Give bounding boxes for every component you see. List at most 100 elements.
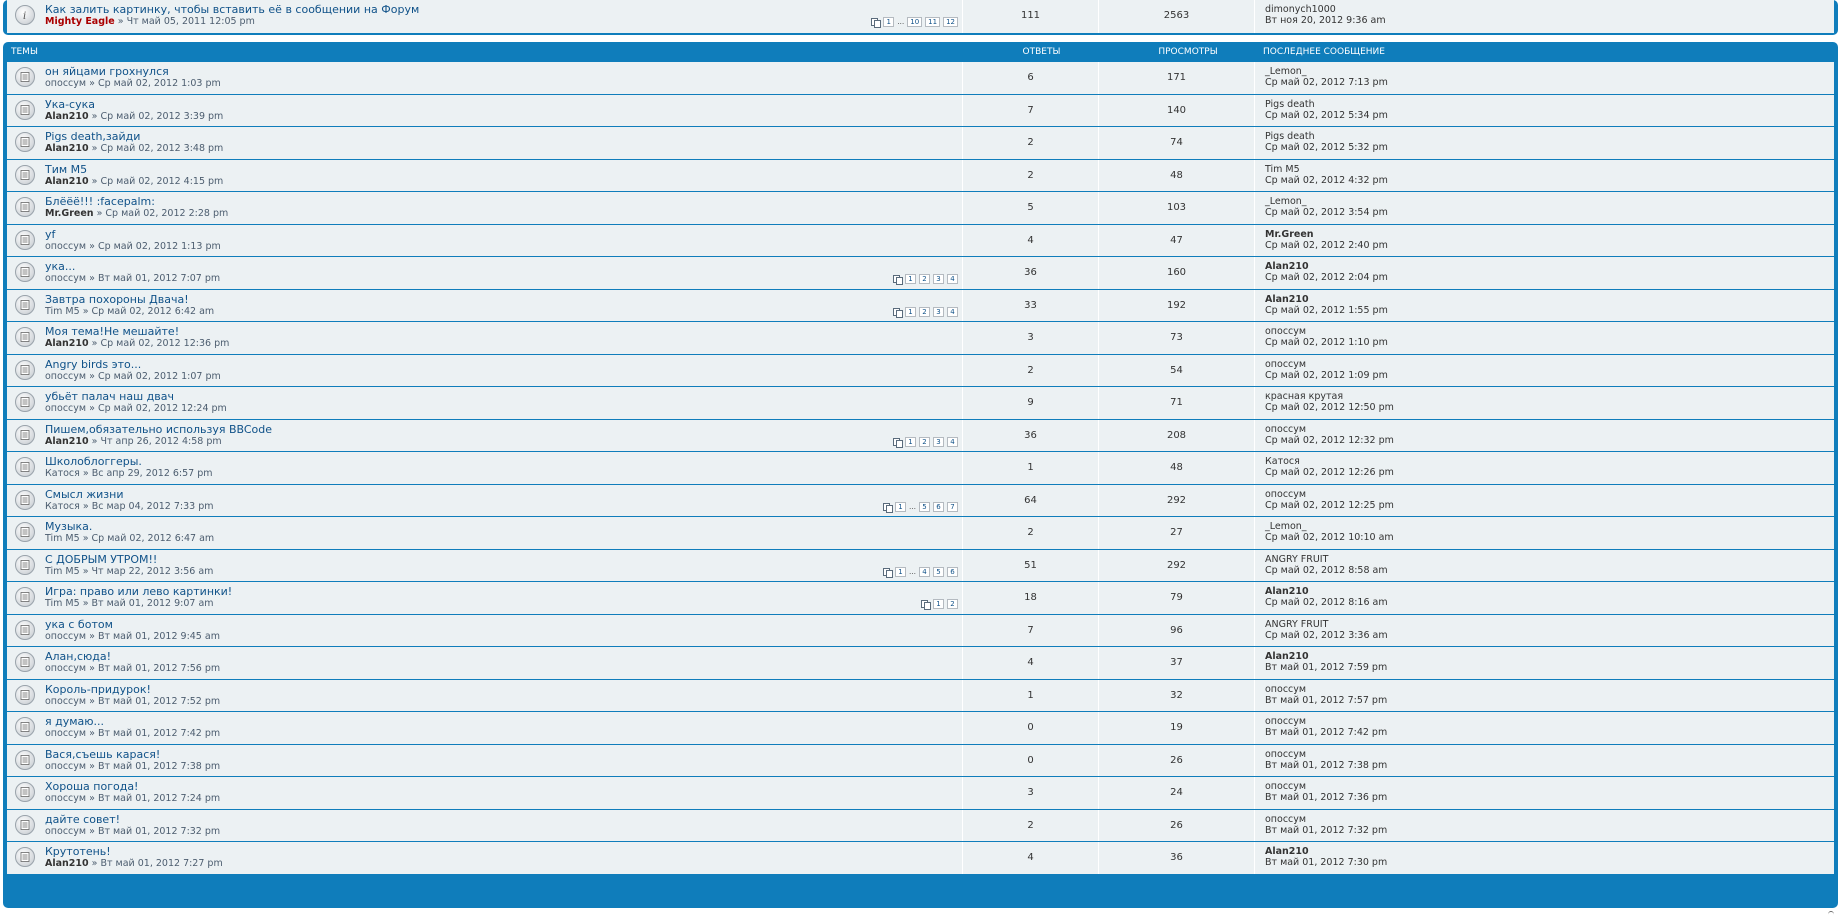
topic-author-link[interactable]: опоссум [45,826,86,837]
topic-author-link[interactable]: Alan210 [45,143,89,154]
last-post-author-link[interactable]: ANGRY FRUIT [1265,554,1328,565]
topic-title-link[interactable]: ука с ботом [45,618,113,631]
last-post-author-link[interactable]: Pigs death [1265,99,1315,110]
page-link[interactable]: 1 [895,566,906,577]
topic-title-link[interactable]: Школоблоггеры. [45,455,142,468]
page-link[interactable]: 1 [905,306,916,317]
page-link[interactable]: 4 [919,566,930,577]
announcement-last-author-link[interactable]: dimonych1000 [1265,4,1336,15]
page-link[interactable]: 3 [933,436,944,447]
topic-title-link[interactable]: Angry birds это... [45,358,141,371]
last-post-author-link[interactable]: Alan210 [1265,294,1309,305]
page-link[interactable]: 10 [907,17,923,27]
page-link[interactable]: 2 [919,274,930,284]
last-post-author-link[interactable]: опоссум [1265,814,1306,825]
page-link[interactable]: 5 [933,566,944,577]
topic-title-link[interactable]: Музыка. [45,520,92,533]
topic-title-link[interactable]: Моя тема!Не мешайте! [45,325,179,338]
topic-title-link[interactable]: Хороша погода! [45,780,138,793]
last-post-author-link[interactable]: опоссум [1265,326,1306,337]
topic-title-link[interactable]: Король-придурок! [45,683,151,696]
last-post-author-link[interactable]: опоссум [1265,424,1306,435]
page-link[interactable]: 5 [919,501,930,512]
page-link[interactable]: 3 [933,274,944,284]
last-post-author-link[interactable]: Alan210 [1265,651,1309,662]
topic-author-link[interactable]: Alan210 [45,111,89,122]
topic-author-link[interactable]: опоссум [45,761,86,772]
page-link[interactable]: 1 [883,17,895,27]
last-post-author-link[interactable]: опоссум [1265,716,1306,727]
last-post-author-link[interactable]: красная крутая [1265,391,1343,402]
last-post-author-link[interactable]: Pigs death [1265,131,1315,142]
topic-author-link[interactable]: опоссум [45,273,86,284]
topic-author-link[interactable]: опоссум [45,728,86,739]
topic-title-link[interactable]: дайте совет! [45,813,120,826]
topic-title-link[interactable]: Алан,сюда! [45,650,111,663]
topic-author-link[interactable]: Катося [45,501,80,512]
last-post-author-link[interactable]: _Lemon_ [1265,521,1307,532]
topic-author-link[interactable]: опоссум [45,663,86,674]
topic-author-link[interactable]: опоссум [45,696,86,707]
topic-author-link[interactable]: опоссум [45,793,86,804]
topic-title-link[interactable]: Pigs death,зайди [45,130,140,143]
topic-title-link[interactable]: он яйцами грохнулся [45,65,169,78]
topic-author-link[interactable]: Tim M5 [45,598,80,609]
last-post-author-link[interactable]: опоссум [1265,489,1306,500]
announcement-title-link[interactable]: Как залить картинку, чтобы вставить её в… [45,3,419,16]
page-link[interactable]: 6 [947,566,958,577]
topic-title-link[interactable]: Блёёё!!! :facepalm: [45,195,155,208]
last-post-author-link[interactable]: ANGRY FRUIT [1265,619,1328,630]
topic-author-link[interactable]: Катося [45,468,80,479]
last-post-author-link[interactable]: Катося [1265,456,1300,467]
topic-title-link[interactable]: Пишем,обязательно используя BBCode [45,423,272,436]
page-link[interactable]: 2 [919,436,930,447]
topic-author-link[interactable]: Tim M5 [45,533,80,544]
topic-title-link[interactable]: Вася,съешь карася! [45,748,160,761]
page-link[interactable]: 6 [933,501,944,512]
topic-title-link[interactable]: Ука-сука [45,98,95,111]
page-link[interactable]: 3 [933,306,944,317]
page-link[interactable]: 7 [947,501,958,512]
topic-title-link[interactable]: Тим М5 [45,163,87,176]
last-post-author-link[interactable]: Alan210 [1265,846,1309,857]
page-link[interactable]: 12 [943,17,958,27]
topic-author-link[interactable]: опоссум [45,78,86,89]
topic-author-link[interactable]: опоссум [45,371,86,382]
page-link[interactable]: 4 [947,436,958,447]
last-post-author-link[interactable]: опоссум [1265,684,1306,695]
topic-title-link[interactable]: убьёт палач наш двач [45,390,174,403]
topic-title-link[interactable]: Игра: право или лево картинки! [45,585,232,598]
topic-author-link[interactable]: опоссум [45,241,86,252]
last-post-author-link[interactable]: опоссум [1265,749,1306,760]
page-link[interactable]: 2 [947,599,958,609]
topic-author-link[interactable]: Alan210 [45,858,89,869]
topic-author-link[interactable]: Alan210 [45,338,89,349]
topic-author-link[interactable]: опоссум [45,631,86,642]
page-link[interactable]: 2 [919,306,930,317]
topic-author-link[interactable]: Alan210 [45,436,89,447]
last-post-author-link[interactable]: опоссум [1265,781,1306,792]
page-link[interactable]: 4 [947,274,958,284]
last-post-author-link[interactable]: Alan210 [1265,586,1309,597]
topic-author-link[interactable]: Tim M5 [45,566,80,577]
topic-title-link[interactable]: Крутотень! [45,845,111,858]
page-link[interactable]: 1 [905,436,916,447]
page-link[interactable]: 1 [933,599,944,609]
topic-title-link[interactable]: С ДОБРЫМ УТРОМ!! [45,553,157,566]
topic-author-link[interactable]: Alan210 [45,176,89,187]
topic-title-link[interactable]: я думаю... [45,715,104,728]
topic-author-link[interactable]: Tim M5 [45,306,80,317]
topic-author-link[interactable]: опоссум [45,403,86,414]
topic-title-link[interactable]: yf [45,228,55,241]
page-link[interactable]: 4 [947,306,958,317]
page-link[interactable]: 1 [895,501,906,512]
announcement-author-link[interactable]: Mighty Eagle [45,16,115,27]
topic-title-link[interactable]: Завтра похороны Двача! [45,293,189,306]
topic-title-link[interactable]: ука... [45,260,75,273]
last-post-author-link[interactable]: Tim M5 [1265,164,1300,175]
topic-author-link[interactable]: Mr.Green [45,208,94,219]
last-post-author-link[interactable]: Mr.Green [1265,229,1314,240]
last-post-author-link[interactable]: _Lemon_ [1265,66,1307,77]
page-link[interactable]: 11 [925,17,941,27]
page-link[interactable]: 1 [905,274,916,284]
